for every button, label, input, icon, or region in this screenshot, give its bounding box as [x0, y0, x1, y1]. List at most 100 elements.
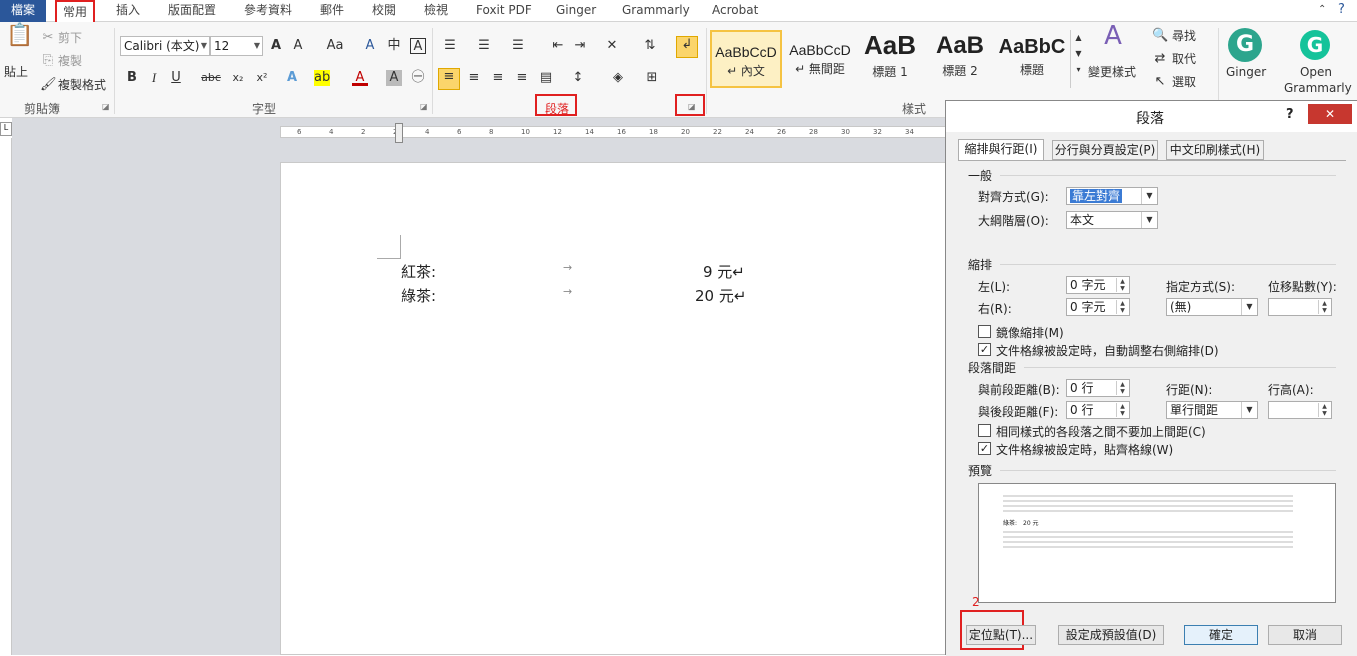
bold-button[interactable]: B — [124, 70, 140, 86]
spacing-after-spinner[interactable]: 0 行 ▲ ▼ — [1066, 401, 1130, 419]
numbering-icon[interactable]: ☰ — [476, 38, 492, 54]
tab-view[interactable]: 檢視 — [424, 0, 448, 22]
style-no-spacing[interactable]: AaBbCcD ↵ 無間距 — [784, 30, 856, 88]
justify-icon[interactable]: ≡ — [514, 70, 530, 86]
styles-scroll-icon[interactable]: ▲ ▼ ▾ — [1070, 30, 1086, 88]
borders-icon[interactable]: ⊞ — [644, 70, 660, 86]
format-painter-button[interactable]: 複製格式 — [58, 77, 106, 93]
no-space-same-style-checkbox[interactable] — [978, 424, 991, 437]
paragraph-launcher-icon[interactable]: ◪ — [688, 102, 696, 111]
indent-marker[interactable] — [395, 123, 403, 143]
ginger-button[interactable]: Ginger — [1226, 64, 1266, 80]
indent-left-spinner[interactable]: 0 字元 ▲ ▼ — [1066, 276, 1130, 294]
asian-layout-icon[interactable]: ✕ — [604, 38, 620, 54]
align-center-icon[interactable]: ≡ — [466, 70, 482, 86]
font-size-combo[interactable]: 12 ▼ — [210, 36, 263, 56]
select-button[interactable]: 選取 — [1172, 74, 1196, 90]
alignment-select[interactable]: 靠左對齊 ▼ — [1066, 187, 1158, 205]
change-styles-icon[interactable]: A — [1098, 23, 1128, 58]
align-right-icon[interactable]: ≡ — [490, 70, 506, 86]
special-indent-select[interactable]: (無) ▼ — [1166, 298, 1258, 316]
ribbon-minimize-icon[interactable]: ⌃ — [1318, 0, 1326, 22]
bullets-icon[interactable]: ☰ — [442, 38, 458, 54]
tab-layout[interactable]: 版面配置 — [168, 0, 216, 22]
cut-button[interactable]: 剪下 — [58, 30, 82, 46]
tab-foxit-pdf[interactable]: Foxit PDF — [476, 0, 532, 22]
text-effects-icon[interactable]: A — [284, 70, 300, 86]
change-case-icon[interactable]: Aa — [322, 38, 348, 54]
enclose-char-icon[interactable]: ㊀ — [410, 70, 426, 86]
replace-button[interactable]: 取代 — [1172, 51, 1196, 67]
help-icon[interactable]: ? — [1338, 0, 1345, 22]
shrink-font-icon[interactable]: A — [290, 38, 306, 54]
subscript-button[interactable]: x₂ — [228, 70, 248, 86]
grammarly-icon[interactable]: G — [1300, 30, 1330, 60]
auto-adjust-indent-checkbox[interactable]: ✓ — [978, 343, 991, 356]
strikethrough-button[interactable]: abc — [200, 70, 222, 86]
tab-ginger[interactable]: Ginger — [556, 0, 596, 22]
tab-insert[interactable]: 插入 — [116, 0, 140, 22]
clipboard-launcher-icon[interactable]: ◪ — [102, 102, 110, 111]
tab-acrobat[interactable]: Acrobat — [712, 0, 758, 22]
tab-grammarly[interactable]: Grammarly — [622, 0, 690, 22]
sort-icon[interactable]: ⇅ — [642, 38, 658, 54]
tab-line-page-breaks[interactable]: 分行與分頁設定(P) — [1052, 140, 1158, 160]
tab-selector-icon[interactable]: L — [0, 122, 12, 136]
clear-format-icon[interactable]: A — [362, 38, 378, 54]
italic-button[interactable]: I — [146, 70, 162, 86]
dialog-close-icon[interactable]: ✕ — [1308, 104, 1352, 124]
indent-by-spinner[interactable]: ▲ ▼ — [1268, 298, 1332, 316]
shading-icon[interactable]: ◈ — [610, 70, 626, 86]
phonetic-guide-icon[interactable]: 中 — [386, 38, 402, 54]
mirror-indents-checkbox[interactable] — [978, 325, 991, 338]
font-color-icon[interactable]: A — [352, 70, 368, 86]
cancel-button[interactable]: 取消 — [1268, 625, 1342, 645]
copy-button[interactable]: 複製 — [58, 53, 82, 69]
style-heading-1[interactable]: AaB 標題 1 — [854, 30, 926, 88]
vertical-ruler[interactable] — [0, 138, 12, 655]
font-name-combo[interactable]: Calibri (本文) ▼ — [120, 36, 210, 56]
show-marks-icon[interactable]: ↲ — [676, 36, 698, 58]
multilevel-list-icon[interactable]: ☰ — [510, 38, 526, 54]
line-spacing-icon[interactable]: ↕ — [570, 70, 586, 86]
open-grammarly-button[interactable]: Open Grammarly — [1284, 64, 1352, 96]
outline-level-select[interactable]: 本文 ▼ — [1066, 211, 1158, 229]
snap-to-grid-checkbox[interactable]: ✓ — [978, 442, 991, 455]
spacing-before-spinner[interactable]: 0 行 ▲ ▼ — [1066, 379, 1130, 397]
font-launcher-icon[interactable]: ◪ — [420, 102, 428, 111]
style-heading-2[interactable]: AaB 標題 2 — [924, 30, 996, 88]
style-normal[interactable]: AaBbCcD ↵ 內文 — [710, 30, 782, 88]
tabs-button[interactable]: 定位點(T)... — [966, 625, 1036, 645]
line-spacing-select[interactable]: 單行間距 ▼ — [1166, 401, 1258, 419]
char-border-icon[interactable]: A — [410, 38, 426, 54]
find-button[interactable]: 尋找 — [1172, 28, 1196, 44]
paste-button[interactable]: 貼上 — [4, 64, 28, 80]
tab-home[interactable]: 常用 — [55, 0, 95, 24]
tab-indents-spacing[interactable]: 縮排與行距(I) — [958, 139, 1044, 161]
dialog-help-icon[interactable]: ? — [1286, 107, 1294, 122]
ginger-icon[interactable]: G — [1228, 28, 1262, 62]
grow-font-icon[interactable]: A — [268, 38, 284, 54]
horizontal-ruler[interactable]: 642246810121416182022242628303234 — [280, 126, 948, 138]
set-default-button[interactable]: 設定成預設值(D) — [1058, 625, 1164, 645]
style-title[interactable]: AaBbC 標題 — [996, 30, 1068, 88]
underline-button[interactable]: U — [168, 70, 184, 86]
indent-right-spinner[interactable]: 0 字元 ▲ ▼ — [1066, 298, 1130, 316]
increase-indent-icon[interactable]: ⇥ — [572, 38, 588, 54]
document-page[interactable]: 紅茶: → 9 元↵ 綠茶: → 20 元↵ — [280, 162, 948, 655]
decrease-indent-icon[interactable]: ⇤ — [550, 38, 566, 54]
ok-button[interactable]: 確定 — [1184, 625, 1258, 645]
tab-references[interactable]: 參考資料 — [244, 0, 292, 22]
paste-icon[interactable]: 📋 — [6, 25, 33, 56]
tab-mailings[interactable]: 郵件 — [320, 0, 344, 22]
superscript-button[interactable]: x² — [252, 70, 272, 86]
change-styles-button[interactable]: 變更樣式 — [1088, 64, 1136, 80]
dialog-title-bar[interactable]: 段落 ? ✕ — [946, 101, 1357, 132]
line-at-spinner[interactable]: ▲ ▼ — [1268, 401, 1332, 419]
tab-asian-typography[interactable]: 中文印刷樣式(H) — [1166, 140, 1264, 160]
highlight-icon[interactable]: ab — [314, 70, 330, 86]
tab-review[interactable]: 校閱 — [372, 0, 396, 22]
align-left-icon[interactable]: ≡ — [438, 68, 460, 90]
char-shading-icon[interactable]: A — [386, 70, 402, 86]
tab-file[interactable]: 檔案 — [0, 0, 46, 22]
